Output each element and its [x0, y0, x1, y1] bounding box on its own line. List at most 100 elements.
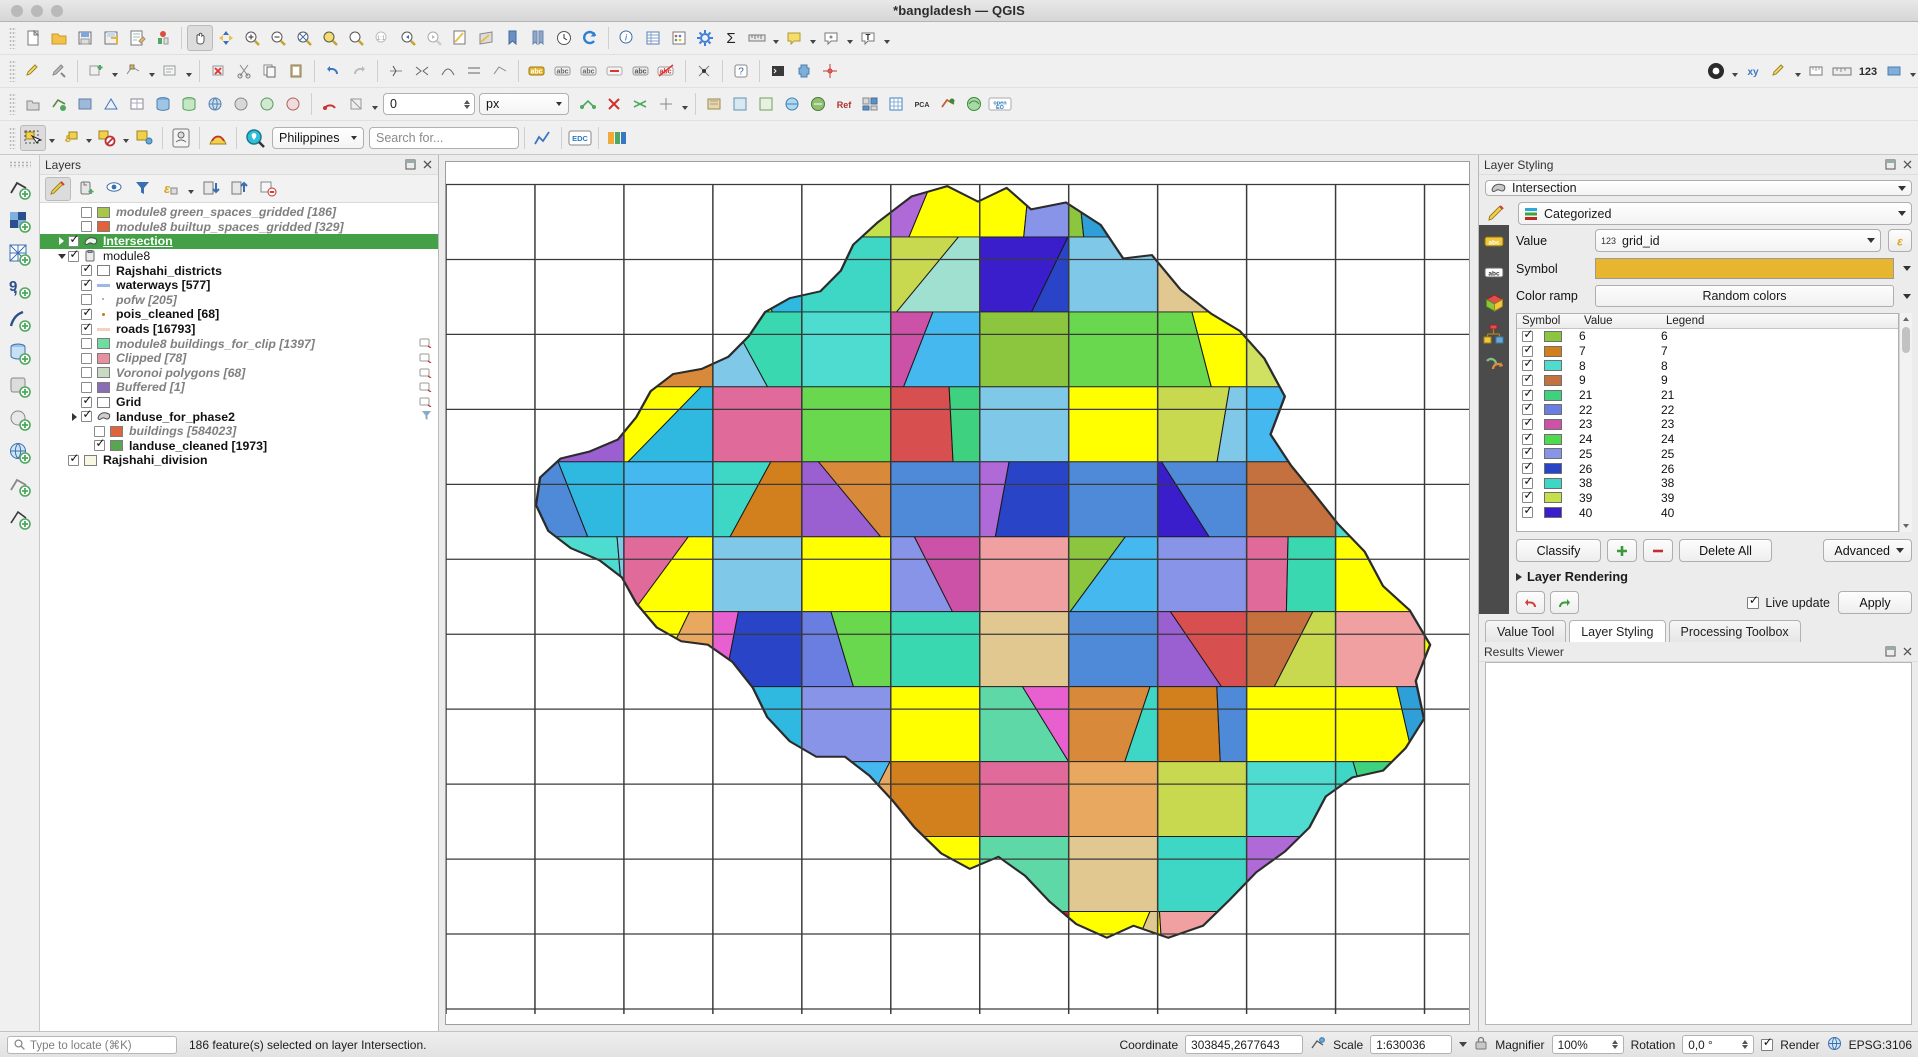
- undock-icon[interactable]: [404, 159, 416, 171]
- delete-selected-icon[interactable]: [205, 58, 231, 84]
- text-annotation-caret[interactable]: [881, 25, 892, 51]
- data-plotly-icon[interactable]: [530, 125, 556, 151]
- classification-row[interactable]: 66: [1517, 329, 1898, 344]
- raster-calculator-icon[interactable]: [727, 91, 753, 117]
- locator-search-icon[interactable]: [242, 125, 268, 151]
- refresh-icon[interactable]: [577, 25, 603, 51]
- zoom-to-selection-icon[interactable]: [317, 25, 343, 51]
- class-checkbox[interactable]: [1522, 504, 1533, 519]
- layer-visibility-checkbox[interactable]: [81, 381, 92, 393]
- add-vector-tile-layer-icon[interactable]: [5, 504, 35, 534]
- layer-visibility-checkbox[interactable]: [68, 248, 79, 262]
- edit-pencil-icon[interactable]: [419, 396, 432, 407]
- locator-input[interactable]: Type to locate (⌘K): [7, 1035, 177, 1054]
- layer-item[interactable]: landuse_for_phase2: [40, 408, 438, 424]
- add-mesh-layer-icon[interactable]: [5, 240, 35, 270]
- layer-visibility-checkbox[interactable]: [81, 394, 92, 408]
- mesh-calculator-icon[interactable]: [753, 91, 779, 117]
- col-legend[interactable]: Legend: [1661, 315, 1898, 327]
- live-update-toggle[interactable]: Live update: [1747, 594, 1830, 610]
- magnifier-value[interactable]: 100%: [1551, 1035, 1624, 1054]
- vertex-edit-icon[interactable]: [817, 58, 843, 84]
- layer-item[interactable]: landuse_cleaned [1973]: [40, 437, 438, 454]
- add-wms-layer-icon[interactable]: [5, 438, 35, 468]
- expression-filter-icon[interactable]: ε: [157, 177, 183, 201]
- rotate-label-icon[interactable]: abc: [576, 58, 602, 84]
- select-all-features-icon[interactable]: [131, 125, 157, 151]
- network-analysis-icon[interactable]: [779, 91, 805, 117]
- dock-tab[interactable]: Layer Styling: [1569, 620, 1666, 642]
- enable-topological-editing-icon[interactable]: [575, 91, 601, 117]
- layer-item[interactable]: module8: [40, 248, 438, 264]
- zoom-to-layer-icon[interactable]: [343, 25, 369, 51]
- zoom-in-icon[interactable]: [239, 25, 265, 51]
- deselect-features-caret[interactable]: [120, 125, 131, 151]
- open-data-source-icon[interactable]: [20, 91, 46, 117]
- paste-features-icon[interactable]: [283, 58, 309, 84]
- class-checkbox[interactable]: [1522, 343, 1533, 357]
- add-postgis-icon[interactable]: [150, 91, 176, 117]
- classification-rows[interactable]: 6677889921212222232324242525262638383939…: [1517, 329, 1898, 531]
- class-color-swatch[interactable]: [1544, 360, 1562, 372]
- dock-tab[interactable]: Value Tool: [1485, 620, 1567, 642]
- layer-visibility-checkbox[interactable]: [81, 277, 92, 291]
- layer-item[interactable]: waterways [577]: [40, 277, 438, 293]
- class-color-swatch[interactable]: [1544, 330, 1562, 342]
- layer-visibility-checkbox[interactable]: [81, 221, 92, 233]
- help-icon[interactable]: ?: [728, 58, 754, 84]
- modify-attributes-caret[interactable]: [183, 58, 194, 84]
- select-features-icon[interactable]: [20, 124, 46, 151]
- semi-automatic-classification-icon[interactable]: [935, 91, 961, 117]
- renderer-combo[interactable]: Categorized: [1518, 202, 1912, 225]
- change-label-icon[interactable]: [602, 58, 628, 84]
- layer-item[interactable]: Voronoi polygons [68]: [40, 366, 438, 381]
- scroll-thumb[interactable]: [1902, 327, 1910, 353]
- coordinate-capture-icon[interactable]: [1310, 1036, 1326, 1054]
- measure-bearing-icon[interactable]: [1829, 58, 1855, 84]
- results-viewer-body[interactable]: [1485, 662, 1912, 1025]
- class-checkbox[interactable]: [1522, 401, 1533, 416]
- toolbar-grip[interactable]: [9, 126, 16, 149]
- add-label-icon[interactable]: abc: [524, 58, 550, 84]
- trim-extend-icon[interactable]: [487, 58, 513, 84]
- new-3d-map-view-icon[interactable]: [473, 25, 499, 51]
- class-color-swatch[interactable]: [1544, 404, 1562, 416]
- modify-attributes-icon[interactable]: [157, 58, 183, 84]
- expand-all-icon[interactable]: [198, 177, 224, 201]
- lock-scale-icon[interactable]: [1474, 1036, 1488, 1054]
- undo-icon[interactable]: [320, 58, 346, 84]
- grid-icon[interactable]: [883, 91, 909, 117]
- zoom-full-icon[interactable]: [291, 25, 317, 51]
- number-format-icon[interactable]: 123: [1855, 58, 1881, 84]
- vertex-tool-caret[interactable]: [146, 58, 157, 84]
- 3d-view-icon[interactable]: [1483, 292, 1505, 314]
- layer-visibility-checkbox[interactable]: [81, 306, 92, 320]
- classification-row[interactable]: 23 23: [1517, 416, 1898, 432]
- edit-pencil-icon[interactable]: [419, 352, 432, 363]
- scale-value[interactable]: 1:630036: [1370, 1035, 1453, 1054]
- add-raster-layer-icon[interactable]: [5, 207, 35, 237]
- add-delimited-text-layer-icon[interactable]: ,9: [5, 273, 35, 303]
- delete-all-button[interactable]: Delete All: [1679, 539, 1772, 562]
- annotation-caret[interactable]: [844, 25, 855, 51]
- search-input[interactable]: Search for...: [369, 126, 519, 149]
- add-feature-caret[interactable]: [109, 58, 120, 84]
- layer-visibility-checkbox[interactable]: [81, 294, 92, 306]
- class-color-swatch[interactable]: [1544, 492, 1562, 504]
- python-console-icon[interactable]: [765, 58, 791, 84]
- zoom-native-icon[interactable]: 1:1: [369, 25, 395, 51]
- annotations-toolbar-caret[interactable]: [1792, 58, 1803, 84]
- add-group-icon[interactable]: [73, 177, 99, 201]
- add-arcgis-icon[interactable]: [280, 91, 306, 117]
- layer-item[interactable]: Clipped [78]: [40, 351, 438, 366]
- classification-row[interactable]: 21 21: [1517, 387, 1898, 403]
- add-mssql-layer-icon[interactable]: [5, 372, 35, 402]
- add-wms-icon[interactable]: [202, 91, 228, 117]
- offset-curve-icon[interactable]: [461, 58, 487, 84]
- remove-layer-icon[interactable]: [254, 177, 280, 201]
- undock-icon[interactable]: [1884, 159, 1896, 171]
- masks-abc-icon[interactable]: abc: [1483, 261, 1505, 283]
- layer-visibility-checkbox[interactable]: [81, 408, 92, 423]
- new-print-layout-icon[interactable]: [124, 25, 150, 51]
- add-wfs-icon[interactable]: [254, 91, 280, 117]
